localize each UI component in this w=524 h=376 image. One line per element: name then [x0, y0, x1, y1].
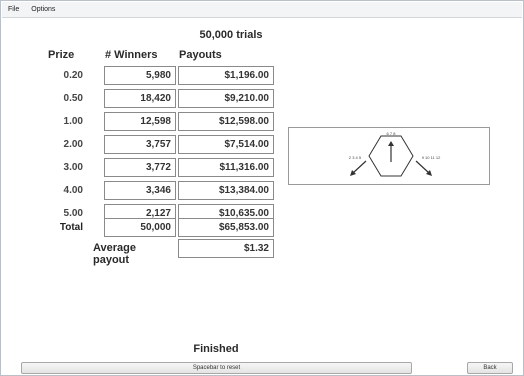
- status-text: Finished: [193, 343, 239, 355]
- app-window: File Options 50,000 trials Prize # Winne…: [0, 0, 524, 376]
- payout-cell: $1,196.00: [178, 66, 274, 85]
- menu-bar: File Options: [2, 2, 522, 18]
- menu-options[interactable]: Options: [31, 6, 55, 13]
- down-left-arrow: [352, 160, 367, 174]
- total-winners-cell: 50,000: [104, 218, 176, 237]
- column-header-winners: # Winners: [105, 49, 158, 61]
- move-diagram: 6 7 8 2 3 4 5 9 10 11 12: [288, 127, 490, 185]
- total-payout-cell: $65,853.00: [178, 218, 274, 237]
- prize-label: 0.50: [63, 93, 83, 104]
- prize-label: 2.00: [63, 139, 83, 150]
- payout-cell: $11,316.00: [178, 158, 274, 177]
- prize-label: 3.00: [63, 162, 83, 173]
- prize-label: 5.00: [63, 208, 83, 219]
- column-header-prize: Prize: [48, 49, 75, 61]
- payout-cell: $12,598.00: [178, 112, 274, 131]
- prize-label: 4.00: [63, 185, 83, 196]
- winners-cell: 3,346: [104, 181, 176, 200]
- winners-cell: 18,420: [104, 89, 176, 108]
- payout-cell: $9,210.00: [178, 89, 274, 108]
- down-right-arrow: [415, 160, 430, 174]
- up-arrow-head: [388, 141, 394, 146]
- payout-cell: $13,384.00: [178, 181, 274, 200]
- trials-heading: 50,000 trials: [199, 29, 263, 41]
- left-numbers: 2 3 4 5: [349, 155, 362, 160]
- column-header-payouts: Payouts: [179, 49, 222, 61]
- winners-cell: 3,757: [104, 135, 176, 154]
- payout-cell: $7,514.00: [178, 135, 274, 154]
- menu-file[interactable]: File: [8, 6, 19, 13]
- winners-cell: 12,598: [104, 112, 176, 131]
- back-button[interactable]: Back: [467, 362, 513, 374]
- top-numbers: 6 7 8: [387, 131, 397, 136]
- total-label: Total: [59, 222, 83, 233]
- average-payout-cell: $1.32: [178, 239, 274, 258]
- prize-label: 1.00: [63, 116, 83, 127]
- winners-cell: 5,980: [104, 66, 176, 85]
- average-payout-label: Average payout: [93, 242, 137, 266]
- reset-button[interactable]: Spacebar to reset: [21, 362, 412, 374]
- prize-label: 0.20: [63, 70, 83, 81]
- winners-cell: 3,772: [104, 158, 176, 177]
- right-numbers: 9 10 11 12: [422, 155, 441, 160]
